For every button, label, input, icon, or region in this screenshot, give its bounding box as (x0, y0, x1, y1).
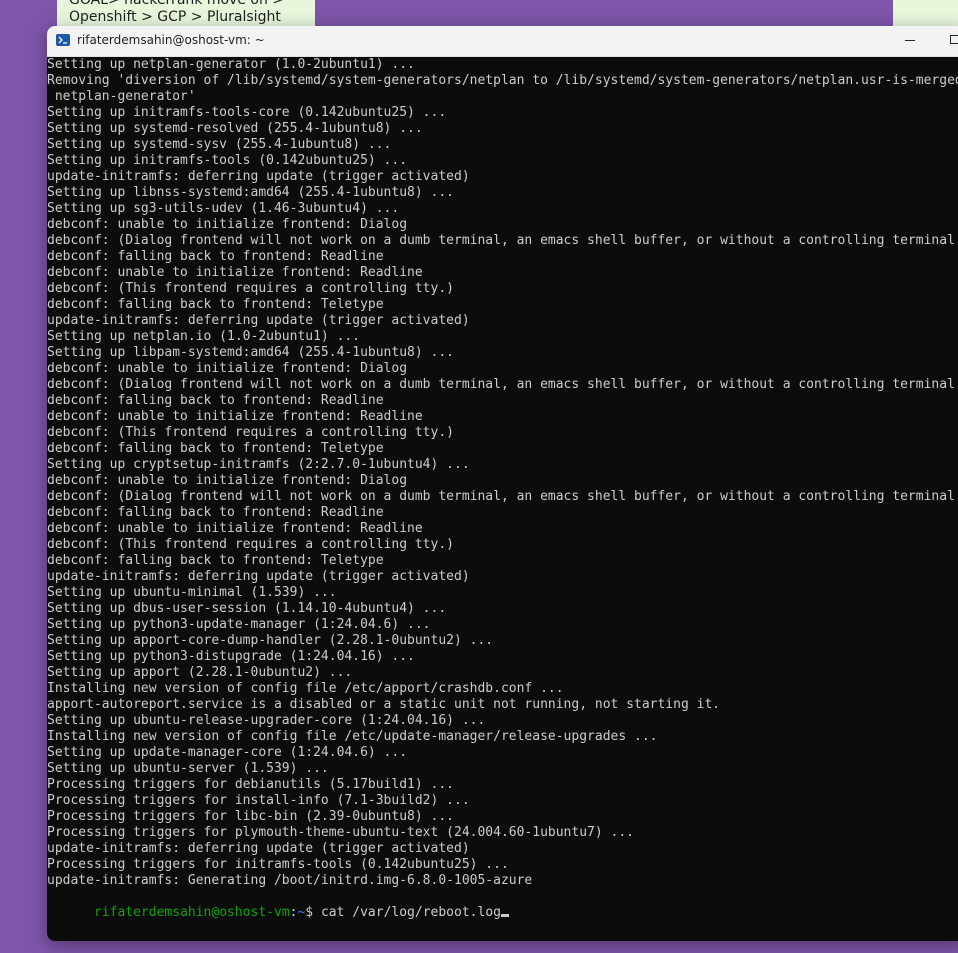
output-line: apport-autoreport.service is a disabled … (47, 697, 721, 712)
output-line: Setting up ubuntu-minimal (1.539) ... (47, 585, 337, 600)
output-line: update-initramfs: deferring update (trig… (47, 313, 470, 328)
command-input[interactable]: cat /var/log/reboot.log (321, 905, 501, 920)
maximize-icon[interactable] (950, 35, 958, 44)
output-line: Setting up sg3-utils-udev (1.46-3ubuntu4… (47, 201, 400, 216)
output-line: Installing new version of config file /e… (47, 729, 658, 744)
output-line: Setting up dbus-user-session (1.14.10-4u… (47, 601, 447, 616)
output-line: Setting up update-manager-core (1:24.04.… (47, 745, 408, 760)
terminal-output-area[interactable]: Setting up netplan-generator (1.0-2ubunt… (47, 57, 958, 941)
terminal-window[interactable]: rifaterdemsahin@oshost-vm: ~ Setting up … (47, 26, 958, 941)
output-line: debconf: (This frontend requires a contr… (47, 425, 454, 440)
output-line: update-initramfs: Generating /boot/initr… (47, 873, 533, 888)
output-line: Removing 'diversion of /lib/systemd/syst… (47, 73, 958, 88)
terminal-output: Setting up netplan-generator (1.0-2ubunt… (47, 57, 958, 889)
output-line: Setting up systemd-resolved (255.4-1ubun… (47, 121, 423, 136)
window-title: rifaterdemsahin@oshost-vm: ~ (77, 33, 265, 47)
output-line: Processing triggers for debianutils (5.1… (47, 777, 454, 792)
output-line: Setting up ubuntu-server (1.539) ... (47, 761, 329, 776)
output-line: Setting up initramfs-tools (0.142ubuntu2… (47, 153, 408, 168)
output-line: update-initramfs: deferring update (trig… (47, 841, 470, 856)
output-line: debconf: (Dialog frontend will not work … (47, 377, 958, 392)
output-line: Setting up systemd-sysv (255.4-1ubuntu8)… (47, 137, 392, 152)
output-line: Setting up python3-update-manager (1:24.… (47, 617, 431, 632)
output-line: Setting up netplan-generator (1.0-2ubunt… (47, 57, 415, 72)
output-line: update-initramfs: deferring update (trig… (47, 569, 470, 584)
output-line: Setting up libnss-systemd:amd64 (255.4-1… (47, 185, 454, 200)
output-line: debconf: unable to initialize frontend: … (47, 409, 423, 424)
prompt-line[interactable]: rifaterdemsahin@oshost-vm:~$ cat /var/lo… (47, 889, 958, 920)
output-line: debconf: (Dialog frontend will not work … (47, 489, 958, 504)
output-line: Setting up libpam-systemd:amd64 (255.4-1… (47, 345, 454, 360)
output-line: Setting up apport-core-dump-handler (2.2… (47, 633, 494, 648)
output-line: Setting up netplan.io (1.0-2ubuntu1) ... (47, 329, 361, 344)
terminal-icon (56, 34, 70, 46)
output-line: debconf: unable to initialize frontend: … (47, 361, 408, 376)
text-cursor (500, 914, 509, 917)
output-line: Setting up cryptsetup-initramfs (2:2.7.0… (47, 457, 470, 472)
minimize-icon[interactable] (905, 40, 915, 41)
output-line: Processing triggers for plymouth-theme-u… (47, 825, 634, 840)
output-line: debconf: falling back to frontend: Readl… (47, 393, 384, 408)
output-line: debconf: unable to initialize frontend: … (47, 217, 408, 232)
background-window-edge (893, 0, 958, 28)
output-line: debconf: (This frontend requires a contr… (47, 537, 454, 552)
output-line: Processing triggers for install-info (7.… (47, 793, 470, 808)
output-line: Processing triggers for initramfs-tools … (47, 857, 509, 872)
output-line: update-initramfs: deferring update (trig… (47, 169, 470, 184)
sticky-note-line-2: Openshift > GCP > Pluralsight (69, 9, 281, 25)
prompt-symbol: $ (305, 905, 321, 920)
output-line: debconf: unable to initialize frontend: … (47, 521, 423, 536)
output-line: debconf: unable to initialize frontend: … (47, 473, 408, 488)
output-line: Processing triggers for libc-bin (2.39-0… (47, 809, 454, 824)
output-line: debconf: falling back to frontend: Telet… (47, 553, 384, 568)
title-bar[interactable]: rifaterdemsahin@oshost-vm: ~ (47, 26, 958, 57)
output-line: Setting up ubuntu-release-upgrader-core … (47, 713, 486, 728)
output-line: Setting up initramfs-tools-core (0.142ub… (47, 105, 447, 120)
output-line: debconf: (This frontend requires a contr… (47, 281, 454, 296)
output-line: netplan-generator' (47, 89, 196, 104)
output-line: debconf: falling back to frontend: Readl… (47, 249, 384, 264)
output-line: debconf: falling back to frontend: Telet… (47, 297, 384, 312)
prompt-user-host: rifaterdemsahin@oshost-vm (93, 905, 290, 920)
output-line: Setting up apport (2.28.1-0ubuntu2) ... (47, 665, 353, 680)
output-line: debconf: falling back to frontend: Telet… (47, 441, 384, 456)
output-line: debconf: (Dialog frontend will not work … (47, 233, 958, 248)
output-line: Installing new version of config file /e… (47, 681, 564, 696)
output-line: Setting up python3-distupgrade (1:24.04.… (47, 649, 415, 664)
output-line: debconf: unable to initialize frontend: … (47, 265, 423, 280)
output-line: debconf: falling back to frontend: Readl… (47, 505, 384, 520)
